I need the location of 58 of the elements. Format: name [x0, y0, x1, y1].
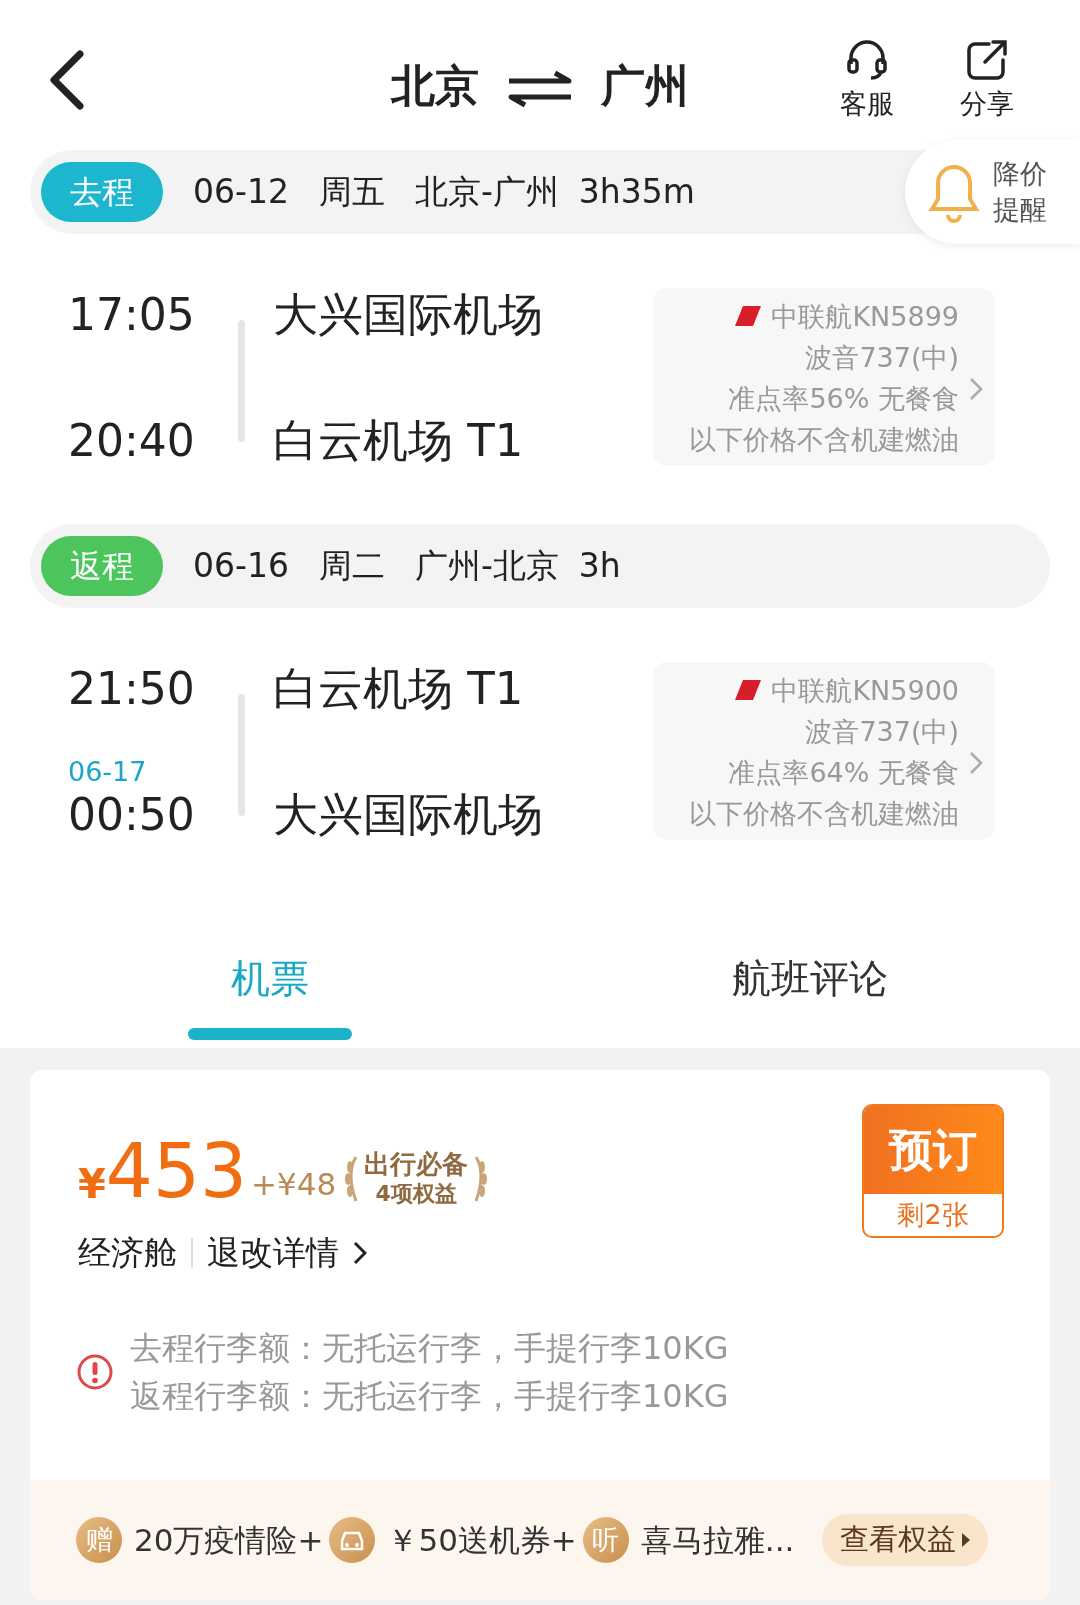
- origin-city: 北京: [391, 59, 479, 113]
- trip-tag: 去程: [41, 162, 163, 222]
- tab[interactable]: 航班评论: [540, 918, 1080, 1040]
- benefit-text: 喜马拉雅...: [640, 1520, 795, 1560]
- price-alert-button[interactable]: 降价 提醒: [905, 140, 1080, 244]
- perk-title: 出行必备: [364, 1150, 469, 1179]
- share-icon: [965, 38, 1009, 82]
- chevron-right-icon: [353, 1241, 367, 1265]
- view-benefits-button[interactable]: 查看权益: [822, 1514, 989, 1566]
- trip-date: 06-16: [193, 545, 289, 588]
- price-currency: ¥: [78, 1160, 106, 1209]
- flight-detail: 准点率56% 无餐食: [727, 382, 959, 416]
- tail-logo-icon: [732, 304, 763, 328]
- trip-weekday: 周五: [318, 171, 385, 214]
- flight-detail: 波音737(中): [804, 715, 959, 749]
- flight-detail: 波音737(中): [804, 341, 959, 375]
- destination-city: 广州: [601, 59, 689, 113]
- car-icon: [329, 1517, 376, 1563]
- trip-tag: 返程: [41, 536, 163, 596]
- benefit-text: ￥50送机券+: [387, 1520, 577, 1560]
- arrival-time: 20:40: [68, 414, 195, 468]
- headset-icon: [845, 38, 889, 82]
- price-addon: +¥48: [251, 1165, 337, 1204]
- arrival-airport: 白云机场 T1: [273, 414, 524, 468]
- header-action-button[interactable]: 分享: [942, 38, 1032, 125]
- perk-subtitle: 4项权益: [374, 1180, 458, 1208]
- chevron-right-icon: [969, 376, 983, 401]
- triangle-right-icon: [962, 1533, 971, 1547]
- arrival-time: 00:50: [68, 788, 195, 842]
- flight-number: 中联航KN5900: [771, 675, 959, 706]
- baggage-allowance: 去程行李额：无托运行李，手提行李10KG: [130, 1328, 729, 1369]
- arrival-airport: 大兴国际机场: [273, 788, 543, 842]
- departure-time: 17:05: [68, 288, 196, 342]
- header-action-button[interactable]: 客服: [822, 38, 912, 125]
- trip-date: 06-12: [193, 171, 289, 214]
- arrival-date: 06-17: [68, 755, 147, 789]
- price-amount: 453: [105, 1130, 248, 1212]
- trip-duration: 3h: [578, 545, 621, 588]
- benefit-text: 20万疫情险+: [134, 1520, 324, 1560]
- benefit-badge: 赠: [76, 1517, 122, 1563]
- departure-time: 21:50: [68, 662, 196, 716]
- cabin-class: 经济舱: [78, 1232, 177, 1275]
- flight-detail: 准点率64% 无餐食: [727, 756, 959, 790]
- departure-airport: 大兴国际机场: [273, 288, 544, 342]
- trip-duration: 3h35m: [578, 171, 695, 214]
- trip-route: 广州-北京: [414, 545, 559, 588]
- benefit-badge: 听: [582, 1517, 629, 1563]
- chevron-right-icon: [969, 750, 983, 775]
- trip-weekday: 周二: [318, 545, 385, 588]
- baggage-allowance: 返程行李额：无托运行李，手提行李10KG: [130, 1376, 729, 1417]
- flight-detail: 以下价格不含机建燃油: [688, 797, 959, 831]
- trip-route: 北京-广州: [414, 171, 559, 214]
- warning-icon: [76, 1353, 114, 1391]
- flight-number: 中联航KN5899: [771, 301, 959, 332]
- departure-airport: 白云机场 T1: [273, 662, 525, 716]
- flight-detail: 以下价格不含机建燃油: [688, 423, 959, 457]
- refund-rules-link[interactable]: 退改详情: [207, 1228, 367, 1278]
- tail-logo-icon: [732, 678, 763, 702]
